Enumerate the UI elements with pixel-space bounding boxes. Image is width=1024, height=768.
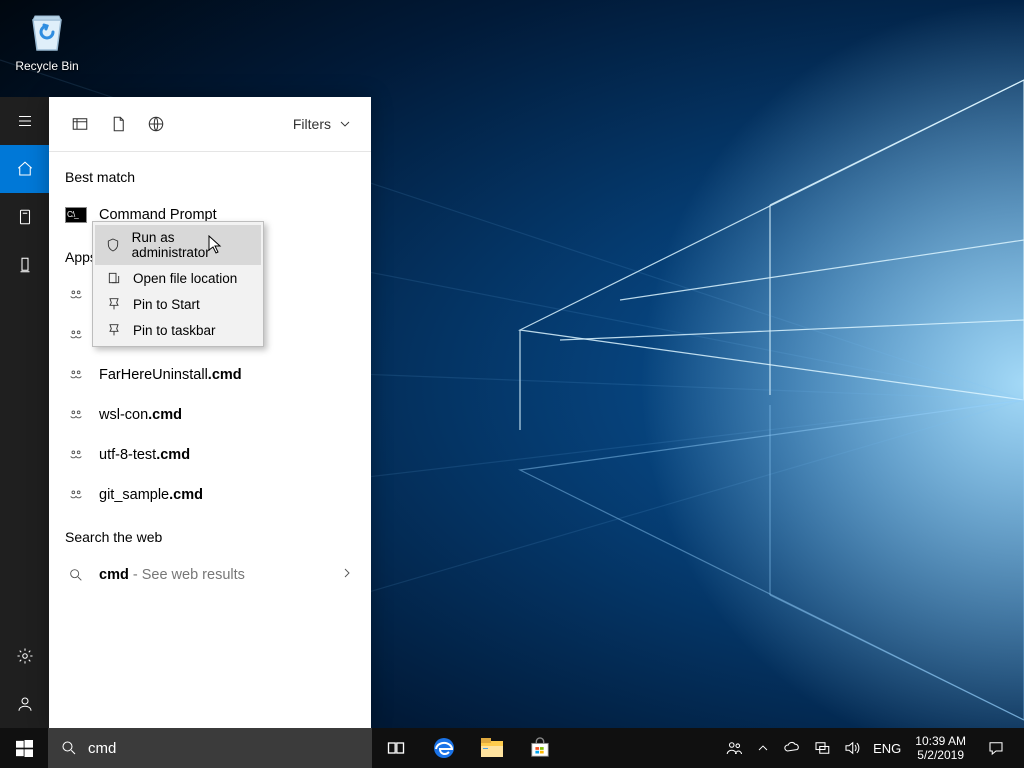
section-best-match: Best match [49,166,371,195]
search-icon [65,564,87,586]
cmd-file-icon [65,444,87,466]
action-center-button[interactable] [974,739,1018,757]
chevron-right-icon [339,565,355,585]
result-label: git_sample.cmd [99,487,355,503]
task-view-button[interactable] [372,728,420,768]
desktop-icon-recycle-bin[interactable]: Recycle Bin [9,6,85,73]
result-web-search[interactable]: cmd - See web results [49,555,371,595]
folder-icon [105,270,123,286]
clock-time: 10:39 AM [915,734,966,748]
shield-icon [105,237,122,253]
result-label: cmd - See web results [99,567,327,583]
result-app-2[interactable]: utf-8-test.cmd [49,435,371,475]
windows-logo-icon [16,740,33,757]
tray-volume[interactable] [837,728,867,768]
store-icon [529,737,551,759]
command-prompt-icon: C:\_ [65,204,87,226]
rail-home-button[interactable] [0,145,49,193]
chevron-down-icon [337,116,353,132]
taskbar-app-edge[interactable] [420,728,468,768]
ctx-run-as-admin[interactable]: Run as administrator [95,225,261,265]
scope-web-button[interactable] [137,97,175,152]
filters-dropdown[interactable]: Filters [293,116,359,132]
pin-icon [105,296,123,312]
result-label: wsl-con.cmd [99,407,355,423]
start-left-rail [0,97,49,728]
desktop-icon-label: Recycle Bin [9,59,85,73]
taskbar-app-store[interactable] [516,728,564,768]
rail-menu-button[interactable] [0,97,49,145]
result-app-1[interactable]: wsl-con.cmd [49,395,371,435]
system-tray: ENG 10:39 AM 5/2/2019 [719,728,1024,768]
cmd-file-icon [65,364,87,386]
cursor-icon [208,235,224,255]
result-app-0[interactable]: FarHereUninstall.cmd [49,355,371,395]
ctx-open-file-location[interactable]: Open file location [95,265,261,291]
ctx-pin-to-start[interactable]: Pin to Start [95,291,261,317]
result-app-3[interactable]: git_sample.cmd [49,475,371,515]
cmd-file-icon [65,484,87,506]
tray-language[interactable]: ENG [867,728,907,768]
scope-documents-button[interactable] [99,97,137,152]
file-explorer-icon [480,737,504,759]
recycle-bin-icon [9,6,85,57]
result-label: utf-8-test.cmd [99,447,355,463]
search-input[interactable] [88,740,360,757]
rail-settings-button[interactable] [0,632,49,680]
ctx-label: Open file location [133,271,237,286]
taskbar: ENG 10:39 AM 5/2/2019 [0,728,1024,768]
rail-timeline-button[interactable] [0,193,49,241]
search-panel-header: Filters [49,97,371,152]
cmd-file-icon [65,284,87,306]
pin-icon [105,322,123,338]
ctx-label: Pin to Start [133,297,200,312]
rail-this-pc-button[interactable] [0,241,49,289]
context-menu: Run as administrator Open file location … [92,221,264,347]
section-web: Search the web [49,515,371,555]
taskbar-app-explorer[interactable] [468,728,516,768]
taskbar-search[interactable] [48,728,372,768]
edge-icon [432,736,456,760]
ctx-label: Run as administrator [132,230,247,260]
tray-onedrive[interactable] [777,728,807,768]
tray-clock[interactable]: 10:39 AM 5/2/2019 [907,734,974,762]
result-label: FarHereUninstall.cmd [99,367,355,383]
rail-account-button[interactable] [0,680,49,728]
search-icon [60,739,78,757]
ctx-pin-to-taskbar[interactable]: Pin to taskbar [95,317,261,343]
start-button[interactable] [0,728,48,768]
search-results-panel: Filters Best match C:\_ Command Prompt A… [49,97,371,728]
tray-network[interactable] [807,728,837,768]
tray-overflow[interactable] [749,728,777,768]
cmd-file-icon [65,404,87,426]
tray-people[interactable] [719,728,749,768]
scope-all-button[interactable] [61,97,99,152]
clock-date: 5/2/2019 [915,748,966,762]
task-view-icon [386,738,406,758]
cmd-file-icon [65,324,87,346]
ctx-label: Pin to taskbar [133,323,216,338]
filters-label: Filters [293,116,331,132]
